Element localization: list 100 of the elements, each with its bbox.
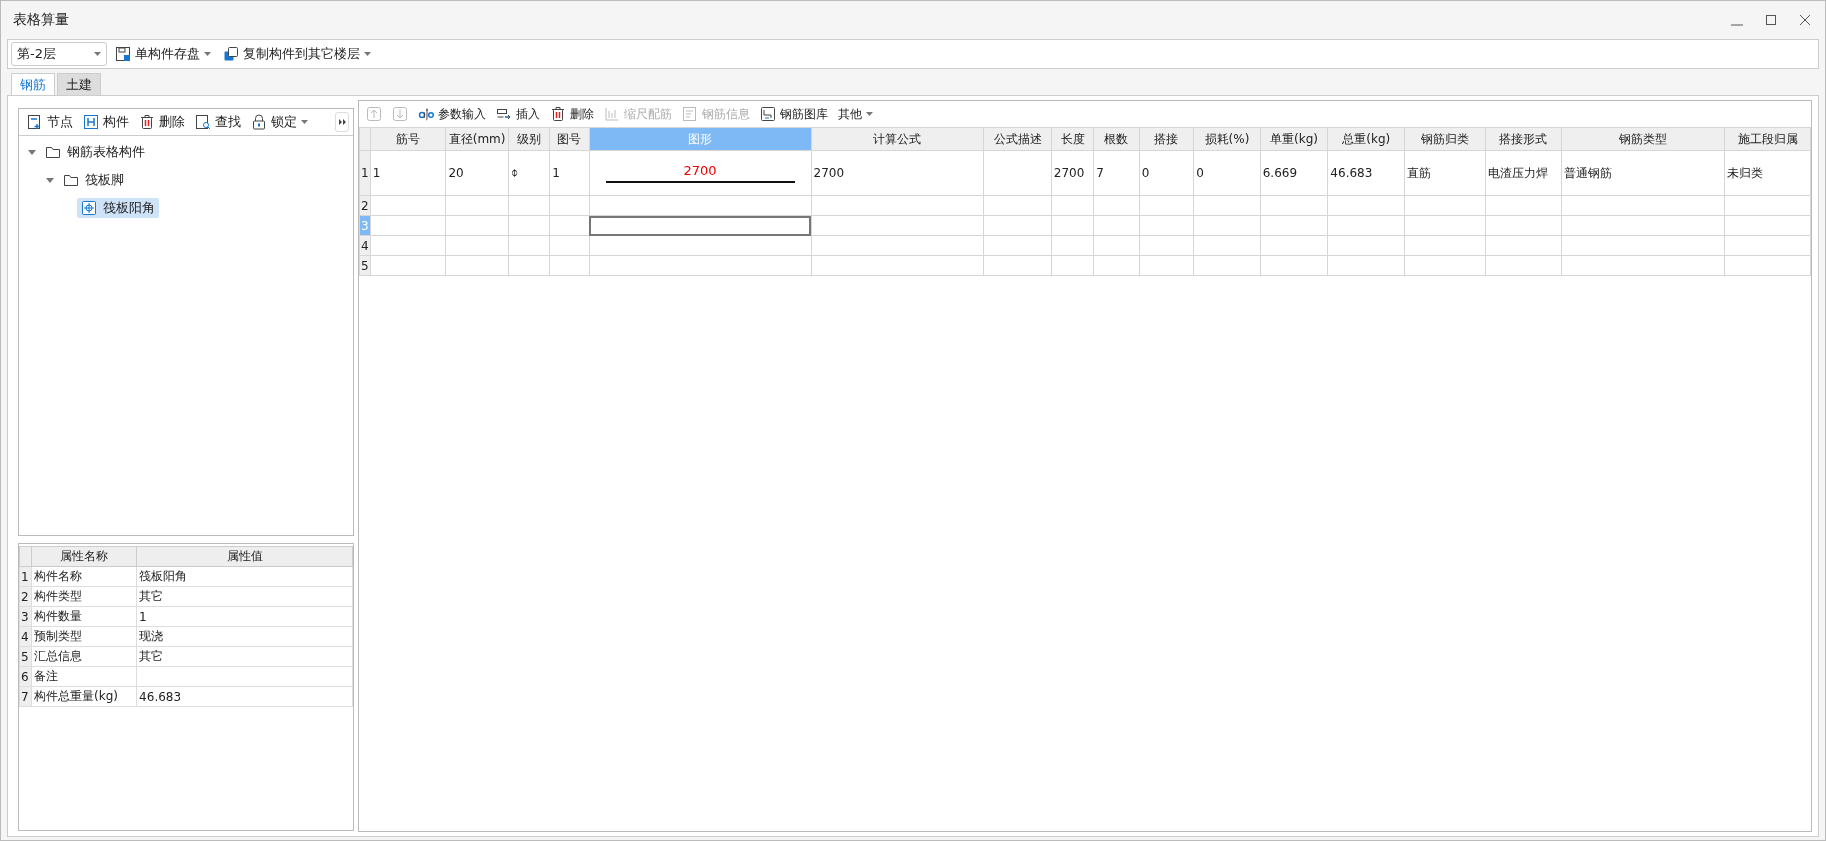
table-cell[interactable] (445, 235, 509, 256)
toolbar-button[interactable]: 单构件存盘 (111, 43, 215, 65)
table-cell[interactable] (589, 255, 812, 276)
table-cell[interactable] (1327, 235, 1405, 256)
table-cell[interactable] (1139, 195, 1194, 216)
table-cell[interactable] (445, 195, 509, 216)
table-cell[interactable] (370, 235, 446, 256)
table-cell[interactable] (1139, 255, 1194, 276)
table-cell[interactable] (508, 195, 550, 216)
row-number[interactable]: 1 (359, 150, 371, 196)
property-value[interactable]: 现浇 (136, 626, 353, 647)
table-cell[interactable] (589, 235, 812, 256)
table-cell[interactable]: 1 (549, 150, 589, 196)
table-cell[interactable] (549, 255, 589, 276)
table-cell[interactable] (1404, 235, 1486, 256)
table-cell[interactable] (370, 215, 446, 236)
table-cell[interactable] (983, 215, 1052, 236)
column-header[interactable]: 计算公式 (811, 127, 984, 151)
table-cell[interactable] (1485, 195, 1562, 216)
tab[interactable]: 土建 (57, 73, 101, 95)
table-cell[interactable]: 电渣压力焊 (1485, 150, 1562, 196)
table-cell[interactable] (1485, 255, 1562, 276)
table-cell[interactable]: 1 (370, 150, 446, 196)
property-value[interactable]: 46.683 (136, 686, 353, 707)
table-cell[interactable] (811, 235, 984, 256)
table-cell[interactable] (1327, 215, 1405, 236)
table-cell[interactable] (983, 235, 1052, 256)
table-cell[interactable] (1193, 195, 1261, 216)
column-header[interactable]: 施工段归属 (1724, 127, 1811, 151)
column-header[interactable]: 钢筋归类 (1404, 127, 1486, 151)
row-number[interactable]: 2 (359, 195, 371, 216)
tree-item[interactable]: 筏板阳角 (77, 198, 159, 218)
toolbar-button[interactable]: 删除 (547, 104, 597, 124)
toolbar-button[interactable]: 插入 (493, 104, 543, 124)
table-cell[interactable] (983, 255, 1052, 276)
table-cell[interactable] (549, 235, 589, 256)
column-header[interactable]: 公式描述 (983, 127, 1052, 151)
property-value[interactable]: 其它 (136, 586, 353, 607)
column-header[interactable]: 搭接形式 (1485, 127, 1562, 151)
table-cell[interactable] (445, 255, 509, 276)
table-cell[interactable]: 20 (445, 150, 509, 196)
table-cell[interactable] (1139, 215, 1194, 236)
tree-item[interactable]: 筏板脚 (59, 170, 128, 190)
toolbar-button[interactable]: 复制构件到其它楼层 (219, 43, 375, 65)
table-cell[interactable] (1724, 255, 1811, 276)
table-cell[interactable]: 7 (1093, 150, 1140, 196)
table-cell[interactable] (370, 195, 446, 216)
column-header[interactable]: 级别 (508, 127, 550, 151)
toolbar-button[interactable]: 锁定 (247, 111, 312, 133)
table-cell[interactable]: 2700 (589, 150, 812, 196)
table-cell[interactable] (1193, 235, 1261, 256)
table-cell[interactable] (983, 195, 1052, 216)
table-cell[interactable] (370, 255, 446, 276)
table-cell[interactable]: 2700 (811, 150, 984, 196)
column-header[interactable]: 直径(mm) (445, 127, 509, 151)
property-value[interactable]: 筏板阳角 (136, 566, 353, 587)
table-cell[interactable] (589, 195, 812, 216)
table-cell[interactable] (549, 195, 589, 216)
property-value[interactable]: 其它 (136, 646, 353, 667)
table-cell[interactable] (1485, 215, 1562, 236)
table-cell[interactable] (1561, 195, 1725, 216)
tab[interactable]: 钢筋 (11, 73, 55, 95)
toolbar-button[interactable]: 参数输入 (415, 104, 489, 124)
table-cell[interactable] (1193, 215, 1261, 236)
table-cell[interactable] (1404, 255, 1486, 276)
table-cell[interactable] (811, 255, 984, 276)
table-cell[interactable] (1260, 195, 1328, 216)
table-cell[interactable]: 46.683 (1327, 150, 1405, 196)
floor-dropdown[interactable]: 第-2层 (11, 42, 107, 66)
table-cell[interactable]: 直筋 (1404, 150, 1486, 196)
column-header[interactable]: 单重(kg) (1260, 127, 1328, 151)
toolbar-button[interactable]: 其他 (835, 104, 876, 124)
row-number[interactable]: 5 (359, 255, 371, 276)
table-cell[interactable] (508, 235, 550, 256)
toolbar-button[interactable]: 构件 (79, 111, 133, 133)
table-cell[interactable] (1093, 195, 1140, 216)
table-cell[interactable] (1327, 255, 1405, 276)
table-cell[interactable] (1093, 215, 1140, 236)
table-cell[interactable] (1260, 235, 1328, 256)
expand-toolbar-button[interactable] (335, 112, 349, 132)
table-cell[interactable] (811, 215, 984, 236)
table-cell[interactable] (1327, 195, 1405, 216)
table-cell[interactable] (1051, 235, 1094, 256)
column-header[interactable]: 总重(kg) (1327, 127, 1405, 151)
table-cell[interactable] (1051, 195, 1094, 216)
column-header[interactable]: 损耗(%) (1193, 127, 1261, 151)
table-cell[interactable] (983, 150, 1052, 196)
table-cell[interactable] (508, 215, 550, 236)
table-cell[interactable] (1093, 235, 1140, 256)
selected-cell[interactable] (589, 215, 812, 236)
table-cell[interactable] (508, 255, 550, 276)
table-cell[interactable] (1724, 195, 1811, 216)
table-cell[interactable] (1093, 255, 1140, 276)
table-cell[interactable] (1561, 235, 1725, 256)
expand-arrow-icon[interactable] (46, 176, 54, 184)
expand-arrow-icon[interactable] (28, 148, 36, 156)
toolbar-button[interactable]: 查找 (191, 111, 245, 133)
table-cell[interactable]: 普通钢筋 (1561, 150, 1725, 196)
row-number[interactable]: 4 (359, 235, 371, 256)
table-cell[interactable]: 未归类 (1724, 150, 1811, 196)
